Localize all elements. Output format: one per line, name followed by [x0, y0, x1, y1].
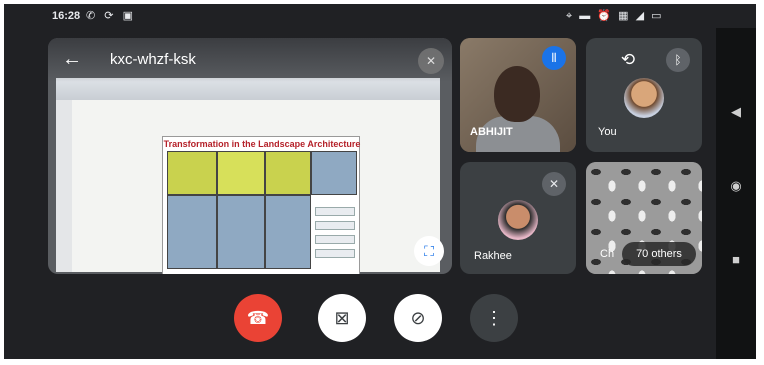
avatar: [498, 200, 538, 240]
status-right-icons: ⌖ ▬ ⏰ ▦ ◢ ▭: [566, 9, 664, 23]
status-left-icons: ✆ ⟳ ▣: [86, 9, 136, 22]
mic-toggle-button[interactable]: ⊘: [394, 294, 442, 342]
battery-saver-icon: ▬: [579, 10, 593, 22]
camera-toggle-button[interactable]: ⊠: [318, 294, 366, 342]
sim-icon: ▦: [618, 10, 631, 22]
others-count-badge[interactable]: 70 others: [622, 242, 696, 266]
location-icon: ⌖: [566, 10, 575, 22]
participant-tile-abhijit[interactable]: ⦀ ABHIJIT: [460, 38, 576, 152]
avatar: [624, 78, 664, 118]
end-call-button[interactable]: ☎: [234, 294, 282, 342]
alarm-icon: ⏰: [597, 10, 614, 22]
nav-home-icon[interactable]: ◉: [728, 178, 744, 194]
presentation-mic-off-icon: ✕: [418, 48, 444, 74]
figure-legend-item: [315, 207, 355, 216]
image-icon: ▣: [122, 10, 136, 22]
document-title: Transformation in the Landscape Architec…: [163, 139, 361, 149]
shared-document: Transformation in the Landscape Architec…: [56, 78, 440, 274]
bluetooth-icon[interactable]: ᛒ: [666, 48, 690, 72]
fullscreen-icon: ⛶: [424, 243, 434, 259]
figure-panel: [265, 151, 311, 195]
participant-name: You: [598, 126, 617, 138]
document-page: Transformation in the Landscape Architec…: [162, 136, 360, 274]
battery-icon: ▭: [651, 10, 664, 22]
figure-legend-item: [315, 221, 355, 230]
signal-icon: ◢: [635, 10, 647, 22]
more-vert-icon: ⋮: [485, 308, 503, 328]
figure-panel: [167, 151, 217, 195]
speaking-indicator-icon: ⦀: [542, 46, 566, 70]
meet-screen: 16:28 ✆ ⟳ ▣ ⌖ ▬ ⏰ ▦ ◢ ▭ Transformation i…: [4, 4, 756, 359]
camera-off-icon: ⊠: [334, 308, 350, 328]
back-arrow-icon[interactable]: ←: [62, 48, 82, 71]
participant-tile-others[interactable]: Ch 70 others: [586, 162, 702, 274]
sync-icon: ⟳: [104, 10, 117, 22]
figure-legend-item: [315, 235, 355, 244]
more-options-button[interactable]: ⋮: [470, 294, 518, 342]
video-person-face: [494, 66, 540, 122]
nav-recents-icon[interactable]: ■: [728, 252, 744, 268]
document-ruler: [56, 100, 72, 272]
figure-panel: [265, 195, 311, 269]
figure-panel: [311, 151, 357, 195]
end-call-icon: ☎: [246, 308, 270, 328]
whatsapp-icon: ✆: [86, 10, 99, 22]
mic-off-icon: ⊘: [410, 308, 426, 328]
switch-camera-icon[interactable]: ⟲: [616, 48, 640, 72]
status-time: 16:28: [52, 10, 81, 22]
presentation-tile[interactable]: Transformation in the Landscape Architec…: [48, 38, 452, 274]
status-bar: 16:28 ✆ ⟳ ▣ ⌖ ▬ ⏰ ▦ ◢ ▭: [4, 4, 756, 28]
participant-tile-rakhee[interactable]: ✕ Rakhee: [460, 162, 576, 274]
room-header: [48, 38, 452, 82]
participant-name-partial: Ch: [600, 248, 615, 260]
room-code[interactable]: kxc-whzf-ksk: [110, 51, 196, 68]
figure-panel: [167, 195, 217, 269]
mic-off-icon: ✕: [542, 172, 566, 196]
figure-panel: [217, 195, 265, 269]
nav-back-icon[interactable]: ◀: [728, 104, 744, 120]
participant-tile-you[interactable]: ⟲ ᛒ You: [586, 38, 702, 152]
figure-legend-item: [315, 249, 355, 258]
android-nav-bar: ◀ ◉ ■: [716, 28, 756, 359]
figure-panel: [217, 151, 265, 195]
document-figure-grid: [167, 151, 357, 274]
participant-name: Rakhee: [474, 250, 512, 262]
participant-name: ABHIJIT: [470, 126, 513, 138]
fullscreen-button[interactable]: ⛶: [414, 236, 444, 266]
